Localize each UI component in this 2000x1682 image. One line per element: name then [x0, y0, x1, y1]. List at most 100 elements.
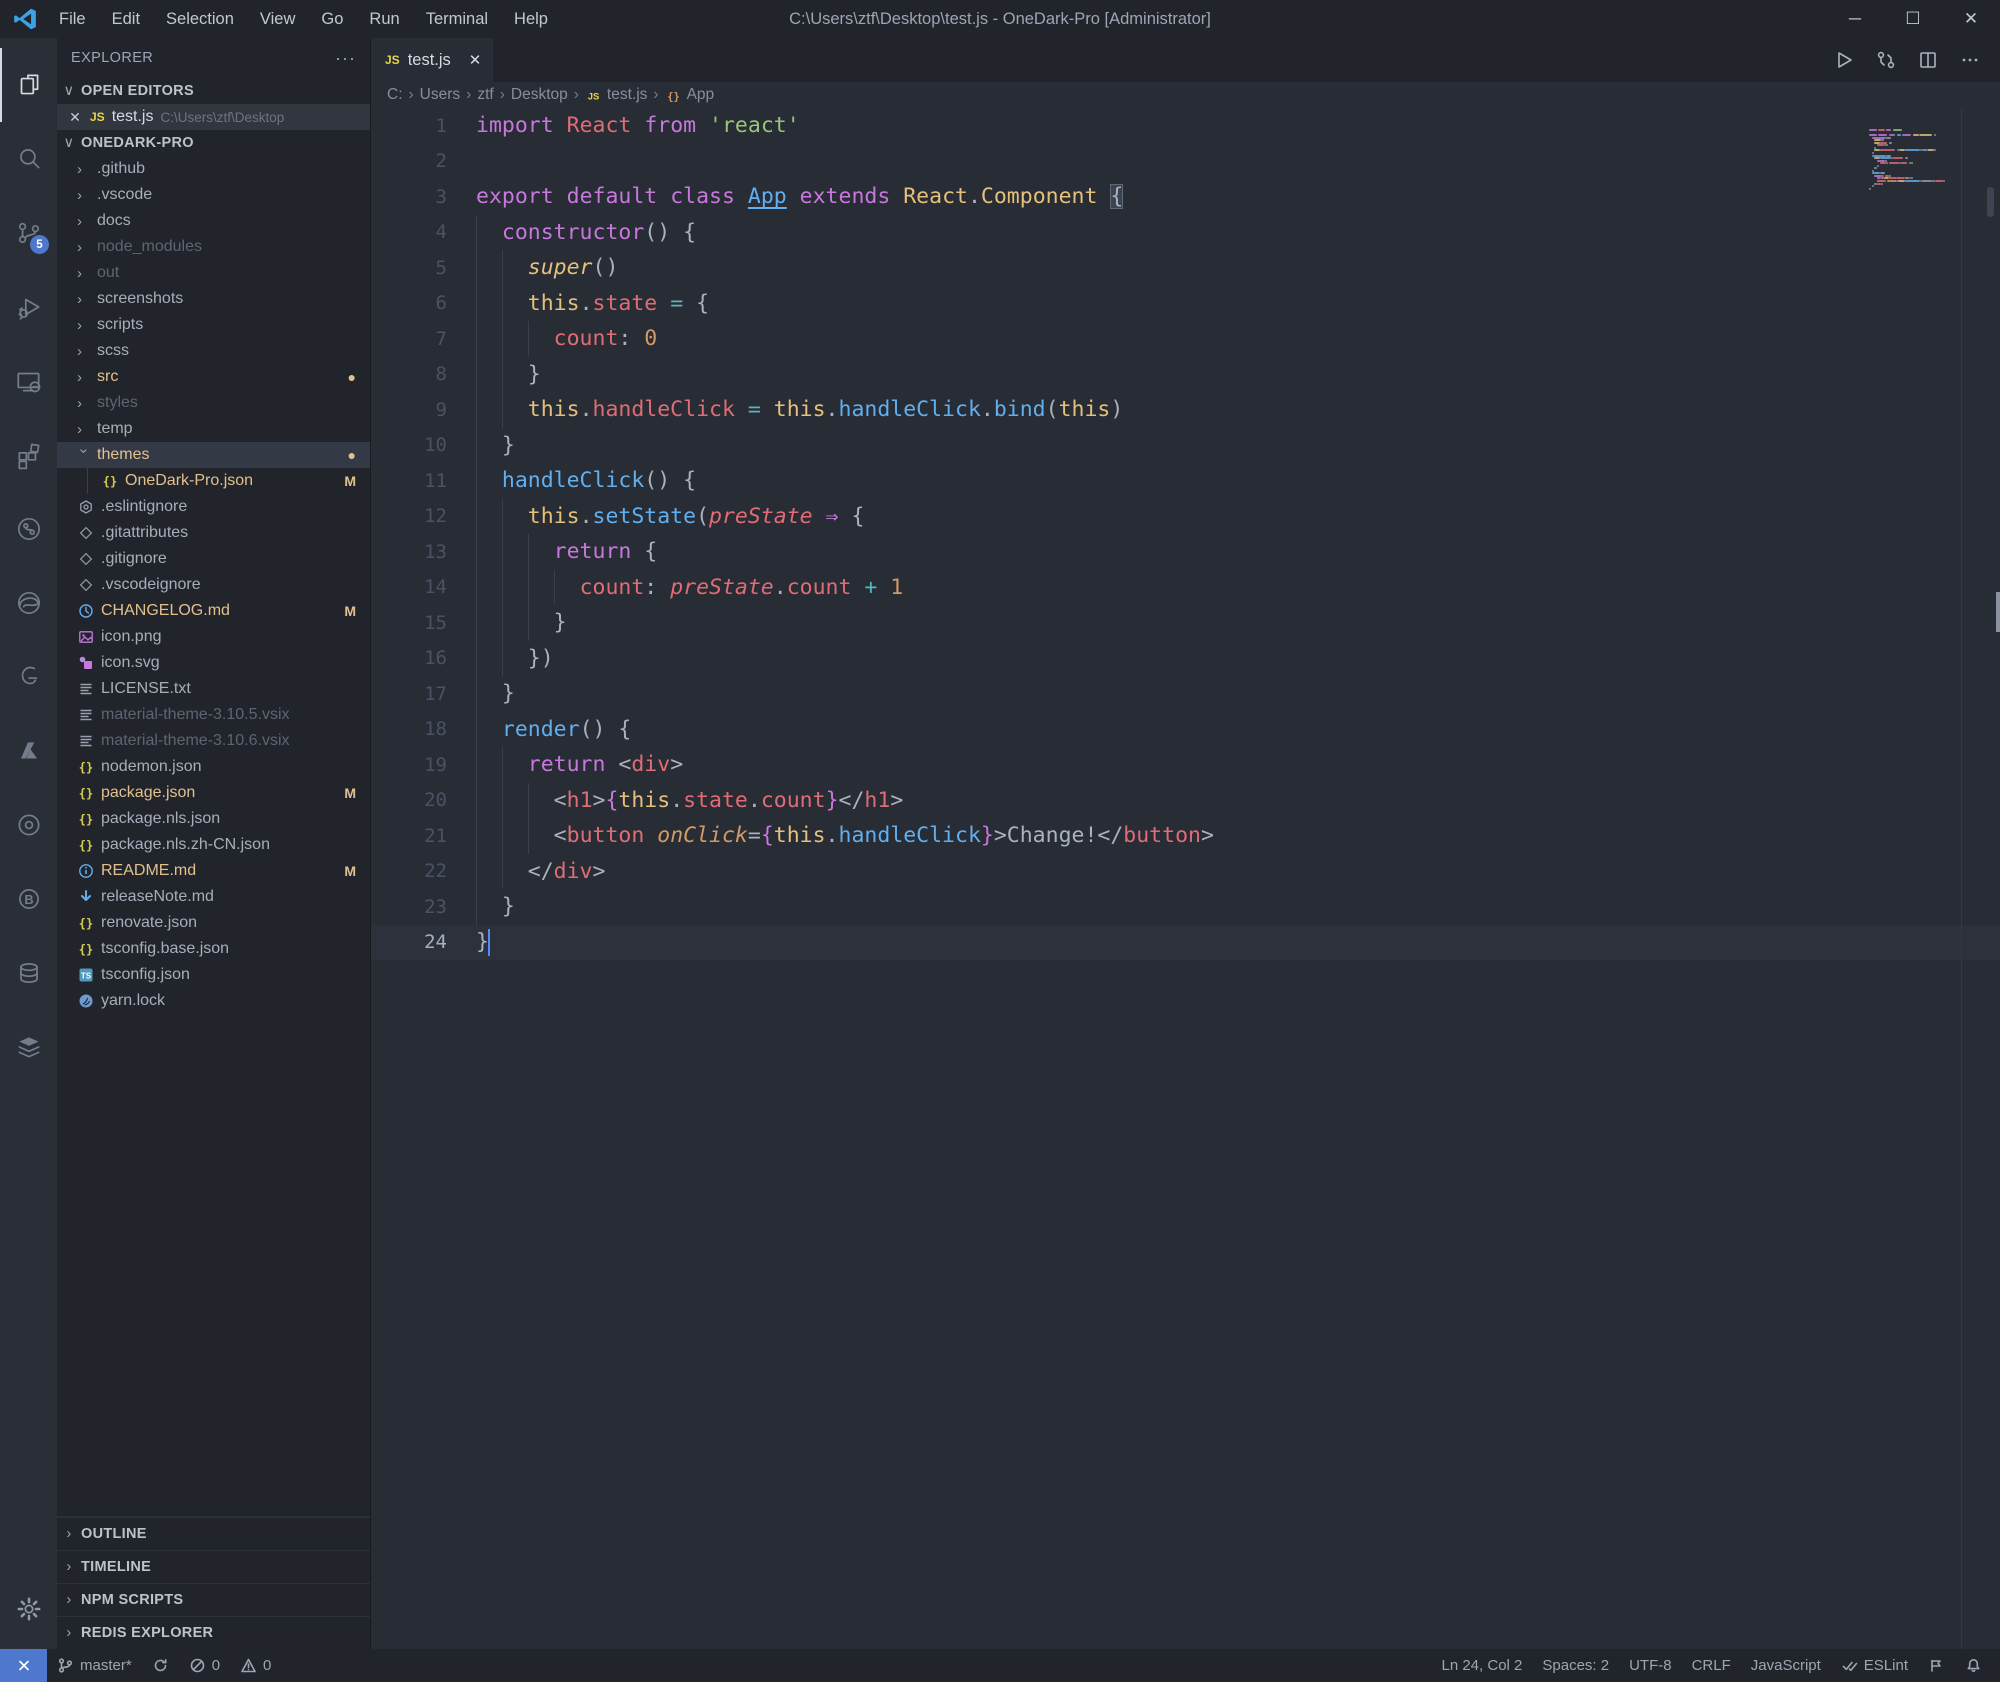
- menu-terminal[interactable]: Terminal: [415, 6, 499, 33]
- menu-file[interactable]: File: [48, 6, 97, 33]
- breadcrumb-item-desktop[interactable]: Desktop: [511, 86, 568, 104]
- file-license-txt[interactable]: LICENSE.txt: [57, 676, 370, 702]
- code-line-12[interactable]: 12 this.setState(preState ⇒ {: [371, 499, 2000, 535]
- file-releasenote-md[interactable]: releaseNote.md: [57, 884, 370, 910]
- status-language-mode[interactable]: JavaScript: [1741, 1649, 1831, 1682]
- status-remote-indicator[interactable]: [0, 1649, 47, 1682]
- status-encoding[interactable]: UTF-8: [1619, 1649, 1682, 1682]
- code-line-3[interactable]: 3export default class App extends React.…: [371, 179, 2000, 215]
- code-line-23[interactable]: 23 }: [371, 889, 2000, 925]
- activity-azure[interactable]: [0, 714, 57, 788]
- code-line-17[interactable]: 17 }: [371, 676, 2000, 712]
- code-line-19[interactable]: 19 return <div>: [371, 747, 2000, 783]
- file-onedark-pro-json[interactable]: {}OneDark-Pro.jsonM: [57, 468, 370, 494]
- code-line-13[interactable]: 13 return {: [371, 534, 2000, 570]
- file-tsconfig-json[interactable]: TStsconfig.json: [57, 962, 370, 988]
- activity-explorer[interactable]: [0, 48, 57, 122]
- folder-scripts[interactable]: ›scripts: [57, 312, 370, 338]
- menu-run[interactable]: Run: [358, 6, 410, 33]
- tab-testjs[interactable]: JS test.js ✕: [371, 38, 493, 82]
- file-readme-md[interactable]: README.mdM: [57, 858, 370, 884]
- breadcrumb-item-c-[interactable]: C:: [387, 86, 403, 104]
- maximize-button[interactable]: ☐: [1884, 0, 1942, 38]
- code-line-21[interactable]: 21 <button onClick={this.handleClick}>Ch…: [371, 818, 2000, 854]
- close-button[interactable]: ✕: [1942, 0, 2000, 38]
- file-package-nls-zh-cn-json[interactable]: {}package.nls.zh-CN.json: [57, 832, 370, 858]
- folder-screenshots[interactable]: ›screenshots: [57, 286, 370, 312]
- code-line-1[interactable]: 1import React from 'react': [371, 108, 2000, 144]
- section-npm-scripts[interactable]: ›NPM SCRIPTS: [57, 1583, 370, 1616]
- status-git-branch[interactable]: master*: [47, 1649, 142, 1682]
- code-area[interactable]: 1import React from 'react'23export defau…: [371, 108, 2000, 1649]
- minimap[interactable]: [1869, 108, 1962, 1649]
- activity-run-debug[interactable]: [0, 270, 57, 344]
- status-warnings[interactable]: 0: [230, 1649, 281, 1682]
- file--gitattributes[interactable]: .gitattributes: [57, 520, 370, 546]
- section-outline[interactable]: ›OUTLINE: [57, 1517, 370, 1550]
- breadcrumb-item-users[interactable]: Users: [420, 86, 460, 104]
- folder-docs[interactable]: ›docs: [57, 208, 370, 234]
- file-material-theme-3-10-5-vsix[interactable]: material-theme-3.10.5.vsix: [57, 702, 370, 728]
- file-changelog-md[interactable]: CHANGELOG.mdM: [57, 598, 370, 624]
- close-icon[interactable]: ✕: [67, 109, 83, 126]
- folder-src[interactable]: ›src●: [57, 364, 370, 390]
- more-actions-button[interactable]: [1954, 44, 1986, 76]
- code-line-24[interactable]: 24}: [371, 925, 2000, 961]
- status-notifications[interactable]: [1955, 1649, 1992, 1682]
- activity-redis[interactable]: [0, 1010, 57, 1084]
- open-editors-header[interactable]: ∨ OPEN EDITORS: [57, 78, 370, 104]
- code-line-22[interactable]: 22 </div>: [371, 854, 2000, 890]
- activity-gitlens[interactable]: [0, 492, 57, 566]
- code-line-18[interactable]: 18 render() {: [371, 712, 2000, 748]
- code-line-6[interactable]: 6 this.state = {: [371, 286, 2000, 322]
- section-redis-explorer[interactable]: ›REDIS EXPLORER: [57, 1616, 370, 1649]
- code-line-11[interactable]: 11 handleClick() {: [371, 463, 2000, 499]
- menu-help[interactable]: Help: [503, 6, 559, 33]
- file-renovate-json[interactable]: {}renovate.json: [57, 910, 370, 936]
- code-line-15[interactable]: 15 }: [371, 605, 2000, 641]
- activity-source-control[interactable]: 5: [0, 196, 57, 270]
- menu-selection[interactable]: Selection: [155, 6, 245, 33]
- folder--vscode[interactable]: ›.vscode: [57, 182, 370, 208]
- split-editor-button[interactable]: [1912, 44, 1944, 76]
- file-tsconfig-base-json[interactable]: {}tsconfig.base.json: [57, 936, 370, 962]
- code-line-7[interactable]: 7 count: 0: [371, 321, 2000, 357]
- code-line-5[interactable]: 5 super(): [371, 250, 2000, 286]
- breadcrumb-item-ztf[interactable]: ztf: [477, 86, 493, 104]
- activity-codetour[interactable]: [0, 788, 57, 862]
- status-sync[interactable]: [142, 1649, 179, 1682]
- folder-temp[interactable]: ›temp: [57, 416, 370, 442]
- folder-styles[interactable]: ›styles: [57, 390, 370, 416]
- file-package-nls-json[interactable]: {}package.nls.json: [57, 806, 370, 832]
- code-line-2[interactable]: 2: [371, 144, 2000, 180]
- file-yarn-lock[interactable]: yarn.lock: [57, 988, 370, 1014]
- status-errors[interactable]: 0: [179, 1649, 230, 1682]
- menu-edit[interactable]: Edit: [101, 6, 151, 33]
- file-icon-png[interactable]: icon.png: [57, 624, 370, 650]
- menu-view[interactable]: View: [249, 6, 306, 33]
- status-feedback[interactable]: [1918, 1649, 1955, 1682]
- folder-themes[interactable]: ›themes●: [57, 442, 370, 468]
- tab-close-icon[interactable]: ✕: [469, 51, 482, 69]
- file--vscodeignore[interactable]: .vscodeignore: [57, 572, 370, 598]
- status-eslint-status[interactable]: ESLint: [1831, 1649, 1918, 1682]
- menu-go[interactable]: Go: [310, 6, 354, 33]
- open-editor-item-testjs[interactable]: ✕ JS test.js C:\Users\ztf\Desktop: [57, 104, 370, 130]
- code-line-20[interactable]: 20 <h1>{this.state.count}</h1>: [371, 783, 2000, 819]
- activity-edge-devtools[interactable]: [0, 566, 57, 640]
- scrollbar-thumb[interactable]: [1987, 187, 1994, 217]
- activity-coin-extension[interactable]: B: [0, 862, 57, 936]
- open-changes-button[interactable]: [1870, 44, 1902, 76]
- file-package-json[interactable]: {}package.jsonM: [57, 780, 370, 806]
- breadcrumb-item-app[interactable]: {}App: [665, 86, 715, 104]
- status-cursor-position[interactable]: Ln 24, Col 2: [1431, 1649, 1532, 1682]
- run-button[interactable]: [1828, 44, 1860, 76]
- activity-remote-explorer[interactable]: [0, 344, 57, 418]
- file--eslintignore[interactable]: .eslintignore: [57, 494, 370, 520]
- code-line-9[interactable]: 9 this.handleClick = this.handleClick.bi…: [371, 392, 2000, 428]
- code-line-10[interactable]: 10 }: [371, 428, 2000, 464]
- file-icon-svg[interactable]: icon.svg: [57, 650, 370, 676]
- activity-database[interactable]: [0, 936, 57, 1010]
- activity-extensions[interactable]: [0, 418, 57, 492]
- sidebar-more-icon[interactable]: ···: [335, 48, 356, 69]
